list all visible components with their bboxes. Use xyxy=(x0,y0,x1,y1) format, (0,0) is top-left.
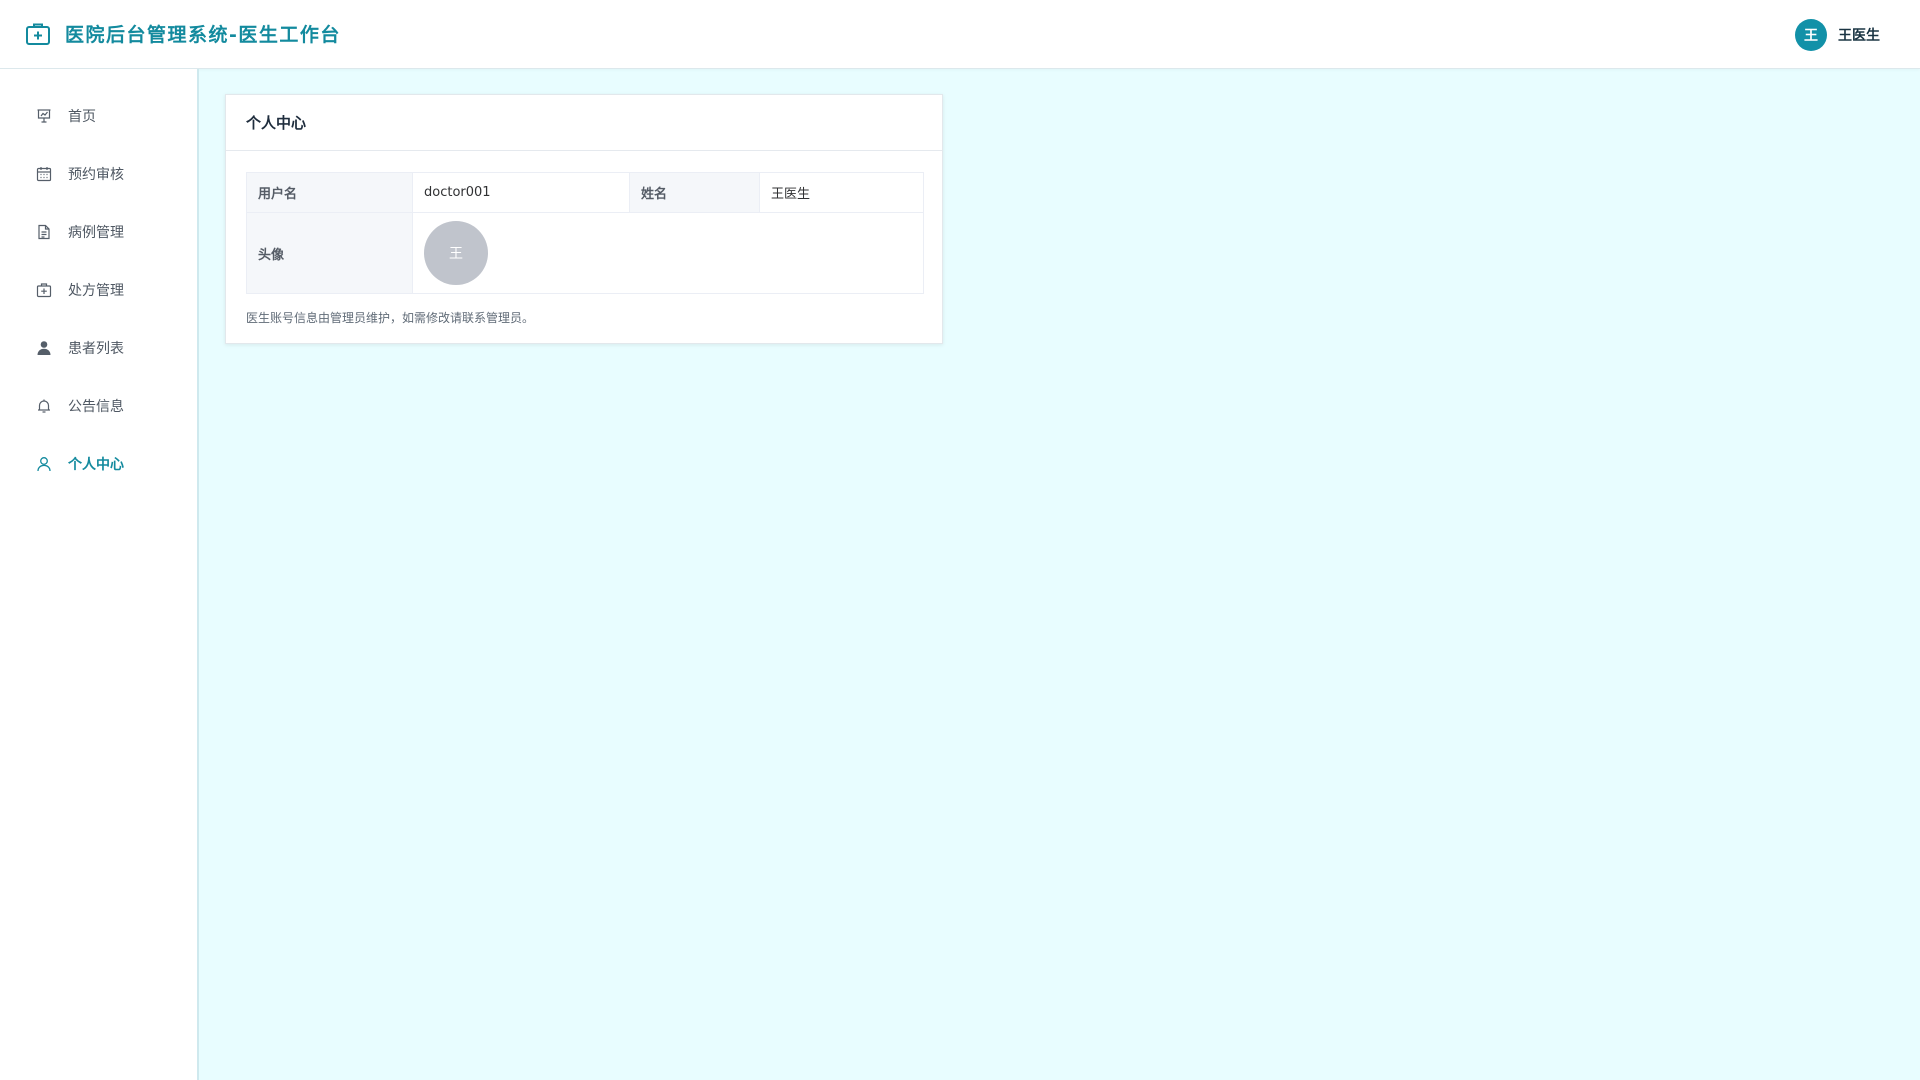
calendar-icon xyxy=(35,166,52,183)
sidebar-item-patients[interactable]: 患者列表 xyxy=(0,325,197,371)
user-name[interactable]: 王医生 xyxy=(1838,25,1880,45)
medical-kit-icon xyxy=(25,21,51,47)
name-label: 姓名 xyxy=(629,172,760,213)
sidebar-item-label: 首页 xyxy=(68,109,96,125)
avatar-label: 头像 xyxy=(246,212,413,294)
sidebar-item-profile[interactable]: 个人中心 xyxy=(0,441,197,487)
bell-icon xyxy=(35,398,52,415)
document-icon xyxy=(35,224,52,241)
username-label: 用户名 xyxy=(246,172,413,213)
profile-info-table: 用户名 doctor001 姓名 王医生 头像 王 xyxy=(246,172,924,294)
sidebar-item-label: 公告信息 xyxy=(68,399,124,415)
brand[interactable]: 医院后台管理系统-医生工作台 xyxy=(25,20,341,47)
card-title: 个人中心 xyxy=(246,114,307,132)
sidebar-item-label: 病例管理 xyxy=(68,225,124,241)
top-header: 医院后台管理系统-医生工作台 王 王医生 xyxy=(0,0,1920,69)
table-row: 头像 王 xyxy=(246,212,924,294)
sidebar-item-notices[interactable]: 公告信息 xyxy=(0,383,197,429)
name-value: 王医生 xyxy=(759,172,924,213)
first-aid-icon xyxy=(35,282,52,299)
sidebar-item-label: 个人中心 xyxy=(68,457,124,473)
sidebar-item-cases[interactable]: 病例管理 xyxy=(0,209,197,255)
table-row: 用户名 doctor001 姓名 王医生 xyxy=(246,172,924,213)
app-title: 医院后台管理系统-医生工作台 xyxy=(65,24,341,46)
username-value: doctor001 xyxy=(412,172,630,213)
sidebar-item-appointments[interactable]: 预约审核 xyxy=(0,151,197,197)
user-filled-icon xyxy=(35,340,52,357)
profile-avatar: 王 xyxy=(424,221,488,285)
user-avatar[interactable]: 王 xyxy=(1795,19,1827,51)
profile-card: 个人中心 用户名 doctor001 姓名 王医生 头像 王 医生账号信息由管理… xyxy=(225,94,943,344)
user-outline-icon xyxy=(35,456,52,473)
sidebar-item-label: 患者列表 xyxy=(68,341,124,357)
card-header: 个人中心 xyxy=(226,95,942,151)
avatar-cell: 王 xyxy=(412,212,924,294)
sidebar-item-home[interactable]: 首页 xyxy=(0,93,197,139)
sidebar-item-label: 预约审核 xyxy=(68,167,124,183)
sidebar-item-prescriptions[interactable]: 处方管理 xyxy=(0,267,197,313)
info-note: 医生账号信息由管理员维护，如需修改请联系管理员。 xyxy=(246,311,535,325)
user-menu[interactable]: 王 王医生 xyxy=(1795,19,1880,51)
presentation-chart-icon xyxy=(35,108,52,125)
sidebar: 首页 预约审核 病例管理 处方管理 患者列表 公告信息 个人中心 xyxy=(0,69,199,1080)
sidebar-item-label: 处方管理 xyxy=(68,283,124,299)
